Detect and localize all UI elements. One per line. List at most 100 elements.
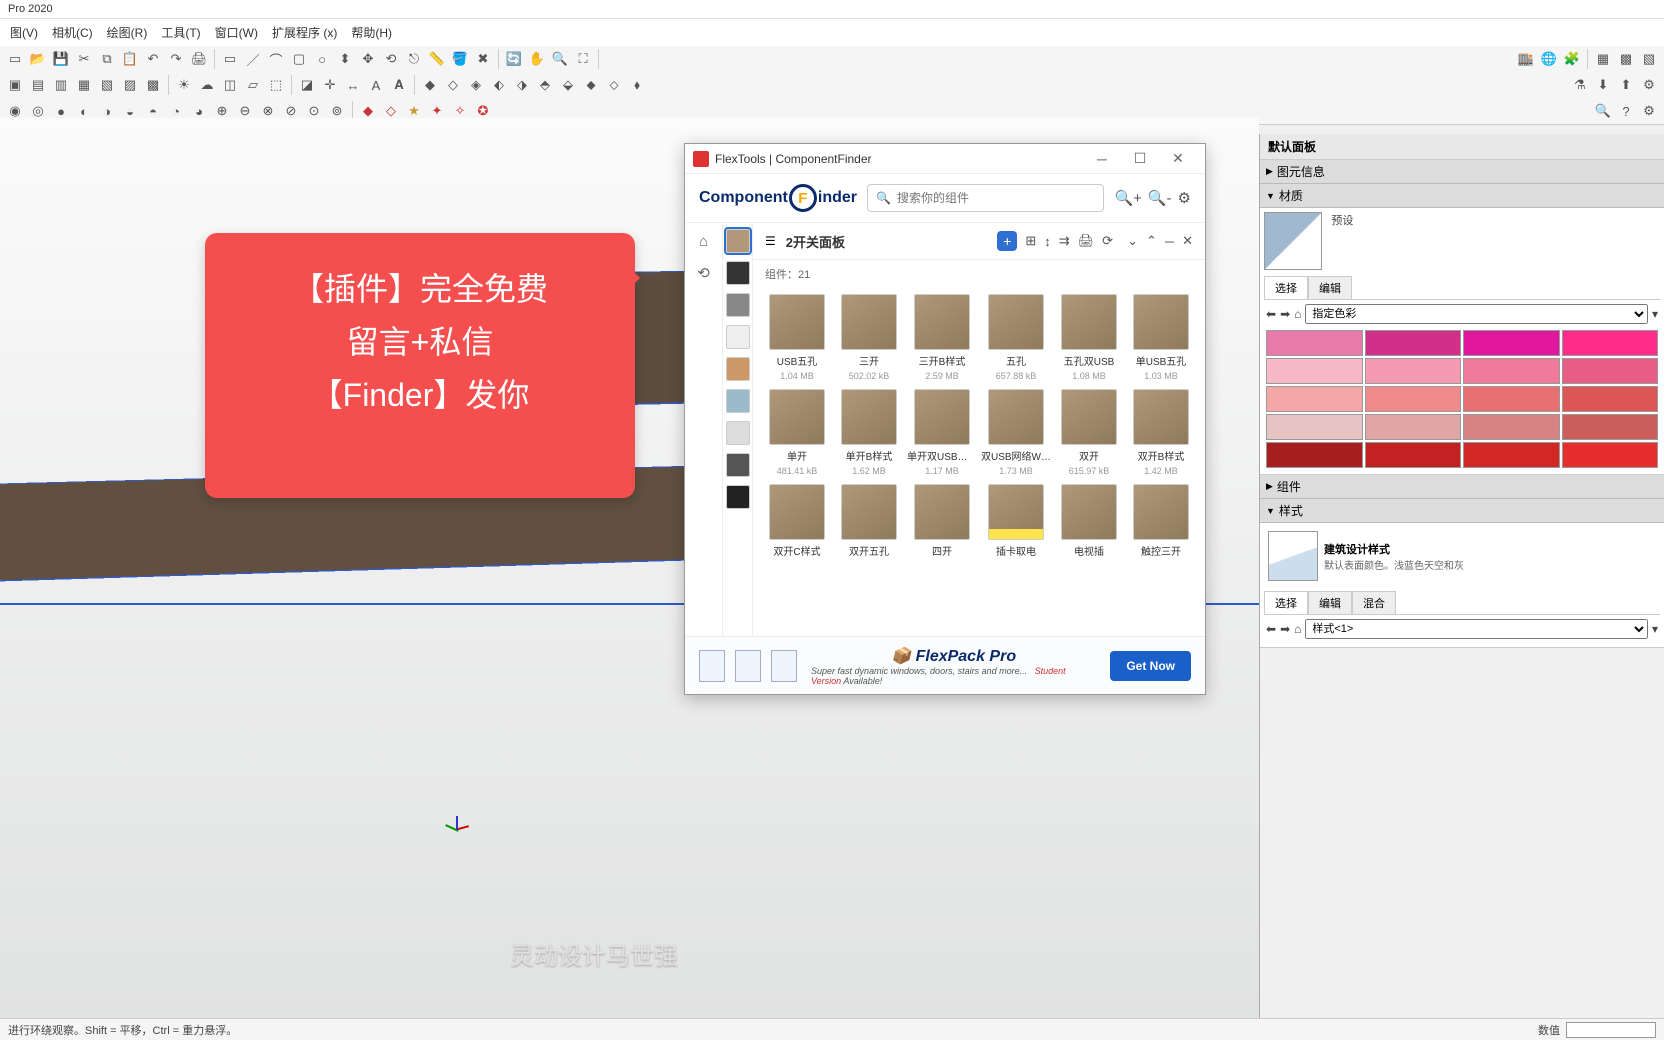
color-swatch[interactable]: [1562, 358, 1659, 384]
offset-icon[interactable]: ⎋: [403, 48, 425, 70]
component-card[interactable]: 双开五孔: [835, 484, 903, 561]
globe-icon[interactable]: 🌐: [1538, 48, 1560, 70]
view-front-icon[interactable]: ▥: [50, 74, 72, 96]
menu-view[interactable]: 图(V): [4, 22, 44, 43]
menu-camera[interactable]: 相机(C): [46, 22, 99, 43]
refresh-icon[interactable]: ⟳: [1102, 233, 1113, 249]
maximize-button[interactable]: ☐: [1121, 145, 1159, 173]
tab-mix-styles[interactable]: 混合: [1352, 591, 1396, 614]
component-card[interactable]: 双USB网络WiFi1.73 MB: [981, 389, 1051, 476]
color-swatch[interactable]: [1365, 442, 1462, 468]
fog-icon[interactable]: ☁: [196, 74, 218, 96]
color-swatch[interactable]: [1365, 358, 1462, 384]
color-swatch[interactable]: [1365, 386, 1462, 412]
color-swatch[interactable]: [1266, 358, 1363, 384]
zoom2-icon[interactable]: 🔍: [1592, 100, 1614, 122]
3dtext-icon[interactable]: 𝐀: [388, 74, 410, 96]
box1-icon[interactable]: ▦: [1592, 48, 1614, 70]
component-card[interactable]: 双开615.97 kB: [1055, 389, 1123, 476]
folder-thumb[interactable]: [726, 453, 750, 477]
plugin-d-icon[interactable]: ⬖: [488, 74, 510, 96]
open-file-icon[interactable]: 📂: [27, 48, 49, 70]
color-swatch[interactable]: [1463, 386, 1560, 412]
plugin-h-icon[interactable]: ⬥: [580, 74, 602, 96]
color-swatch[interactable]: [1463, 414, 1560, 440]
menu-help[interactable]: 帮助(H): [345, 22, 398, 43]
style-select[interactable]: 样式<1>: [1305, 619, 1648, 639]
close-button[interactable]: ✕: [1159, 145, 1197, 173]
folder-thumb[interactable]: [726, 261, 750, 285]
view-left-icon[interactable]: ▨: [119, 74, 141, 96]
color-swatch[interactable]: [1365, 414, 1462, 440]
box3-icon[interactable]: ▧: [1638, 48, 1660, 70]
plugin-i-icon[interactable]: ⬦: [603, 74, 625, 96]
footer-product-icon[interactable]: [699, 650, 725, 682]
view-right-icon[interactable]: ▩: [142, 74, 164, 96]
print-icon[interactable]: 🖨: [188, 48, 210, 70]
componentfinder-titlebar[interactable]: FlexTools | ComponentFinder ─ ☐ ✕: [685, 144, 1205, 174]
material-preview[interactable]: [1264, 212, 1322, 270]
pushpull-icon[interactable]: ⬍: [334, 48, 356, 70]
view-side-icon[interactable]: ▦: [73, 74, 95, 96]
color-mode-select[interactable]: 指定色彩: [1305, 304, 1648, 324]
line-icon[interactable]: ／: [242, 48, 264, 70]
entity-info-panel-header[interactable]: ▶图元信息: [1260, 160, 1664, 184]
plugin-c-icon[interactable]: ◈: [465, 74, 487, 96]
plugin-f-icon[interactable]: ⬘: [534, 74, 556, 96]
minimize-button[interactable]: ─: [1083, 145, 1121, 173]
collapse-up-icon[interactable]: ⌃: [1146, 233, 1157, 249]
wire-icon[interactable]: ▱: [242, 74, 264, 96]
tab-edit[interactable]: 编辑: [1308, 276, 1352, 299]
home-icon[interactable]: ⌂: [692, 229, 716, 253]
box2-icon[interactable]: ▩: [1615, 48, 1637, 70]
eraser-icon[interactable]: ✖: [472, 48, 494, 70]
measurement-input[interactable]: [1566, 1022, 1656, 1038]
flask-icon[interactable]: ⚗: [1569, 74, 1591, 96]
gear-red-icon[interactable]: ⚙: [1638, 74, 1660, 96]
menu-tools[interactable]: 工具(T): [155, 22, 206, 43]
new-file-icon[interactable]: ▭: [4, 48, 26, 70]
arc-icon[interactable]: ⌒: [265, 48, 287, 70]
pan-icon[interactable]: ✋: [526, 48, 548, 70]
color-swatch[interactable]: [1463, 442, 1560, 468]
materials-panel-header[interactable]: ▼材质: [1260, 184, 1664, 208]
color-swatch[interactable]: [1266, 414, 1363, 440]
tape-icon[interactable]: 📏: [426, 48, 448, 70]
nav-back-icon[interactable]: ⬅: [1266, 622, 1276, 636]
nav-fwd-icon[interactable]: ➡: [1280, 622, 1290, 636]
component-card[interactable]: 双开B样式1.42 MB: [1127, 389, 1195, 476]
folder-thumb[interactable]: [726, 421, 750, 445]
color-swatch[interactable]: [1266, 442, 1363, 468]
color-swatch[interactable]: [1365, 330, 1462, 356]
folder-thumb[interactable]: [726, 357, 750, 381]
zoom-icon[interactable]: 🔍: [549, 48, 571, 70]
folder-thumb[interactable]: [726, 485, 750, 509]
footer-product-icon[interactable]: [735, 650, 761, 682]
zoom-in-icon[interactable]: 🔍+: [1114, 189, 1141, 207]
move-icon[interactable]: ✥: [357, 48, 379, 70]
tab-select[interactable]: 选择: [1264, 276, 1308, 299]
menu-window[interactable]: 窗口(W): [209, 22, 264, 43]
component-card[interactable]: 单开B样式1.62 MB: [835, 389, 903, 476]
dl-icon[interactable]: ⬇: [1592, 74, 1614, 96]
redo-icon[interactable]: ↷: [165, 48, 187, 70]
copy-icon[interactable]: ⧉: [96, 48, 118, 70]
component-card[interactable]: 触控三开: [1127, 484, 1195, 561]
axes-icon[interactable]: ✛: [319, 74, 341, 96]
dropdown-icon[interactable]: ▾: [1652, 307, 1658, 321]
component-card[interactable]: 五孔双USB1.08 MB: [1055, 294, 1123, 381]
color-swatch[interactable]: [1562, 414, 1659, 440]
component-card[interactable]: 三开502.02 kB: [835, 294, 903, 381]
components-panel-header[interactable]: ▶组件: [1260, 475, 1664, 499]
rotate-icon[interactable]: ⟲: [380, 48, 402, 70]
tab-edit-styles[interactable]: 编辑: [1308, 591, 1352, 614]
component-card[interactable]: 双开C样式: [763, 484, 831, 561]
component-card[interactable]: 单开481.41 kB: [763, 389, 831, 476]
rect-icon[interactable]: ▢: [288, 48, 310, 70]
text-icon[interactable]: A: [365, 74, 387, 96]
color-swatch[interactable]: [1463, 358, 1560, 384]
settings-icon[interactable]: ⚙: [1638, 100, 1660, 122]
tab-select-styles[interactable]: 选择: [1264, 591, 1308, 614]
folder-thumb[interactable]: [726, 229, 750, 253]
component-card[interactable]: 五孔657.88 kB: [981, 294, 1051, 381]
